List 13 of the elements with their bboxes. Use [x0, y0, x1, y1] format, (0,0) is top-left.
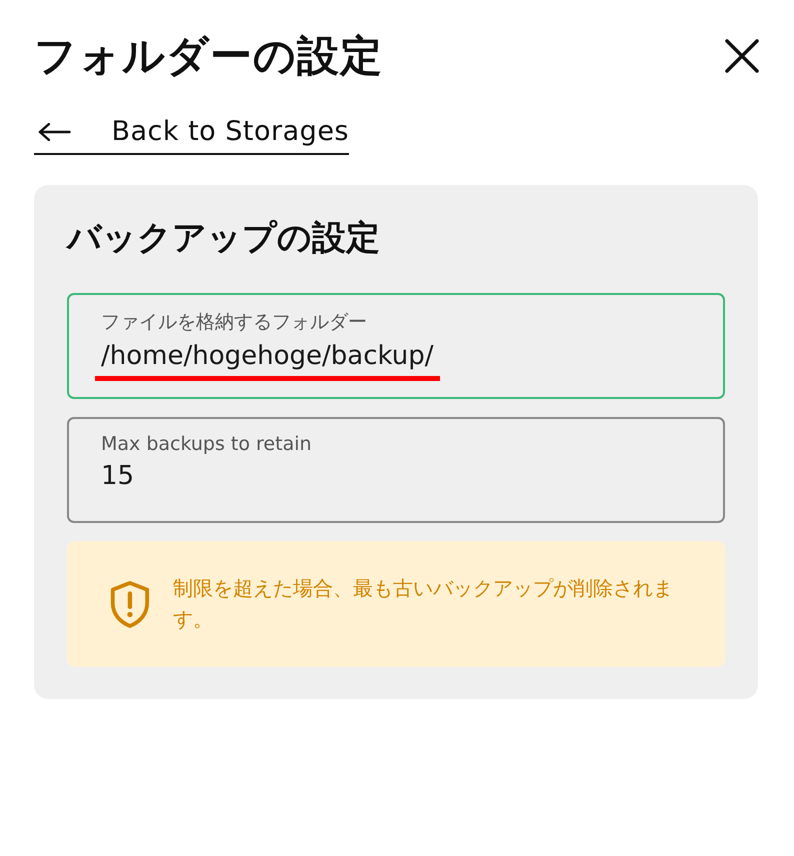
close-button[interactable]	[724, 38, 760, 74]
back-link[interactable]: Back to Storages	[34, 116, 349, 155]
arrow-left-icon	[38, 122, 72, 142]
close-icon	[724, 38, 760, 74]
card-title: バックアップの設定	[67, 217, 381, 260]
field-label: ファイルを格納するフォルダー	[101, 310, 368, 335]
warning-text: 制限を超えた場合、最も古いバックアップが削除されます。	[172, 575, 674, 633]
field-label: Max backups to retain	[101, 433, 313, 455]
field-value: /home/hogehoge/backup/	[101, 341, 434, 371]
field-value: 15	[101, 461, 134, 491]
input-field[interactable]: ファイルを格納するフォルダー /home/hogehoge/backup/	[67, 293, 725, 399]
input-field[interactable]: Max backups to retain 15	[67, 417, 725, 523]
dialog-title: フォルダーの設定	[34, 30, 383, 82]
